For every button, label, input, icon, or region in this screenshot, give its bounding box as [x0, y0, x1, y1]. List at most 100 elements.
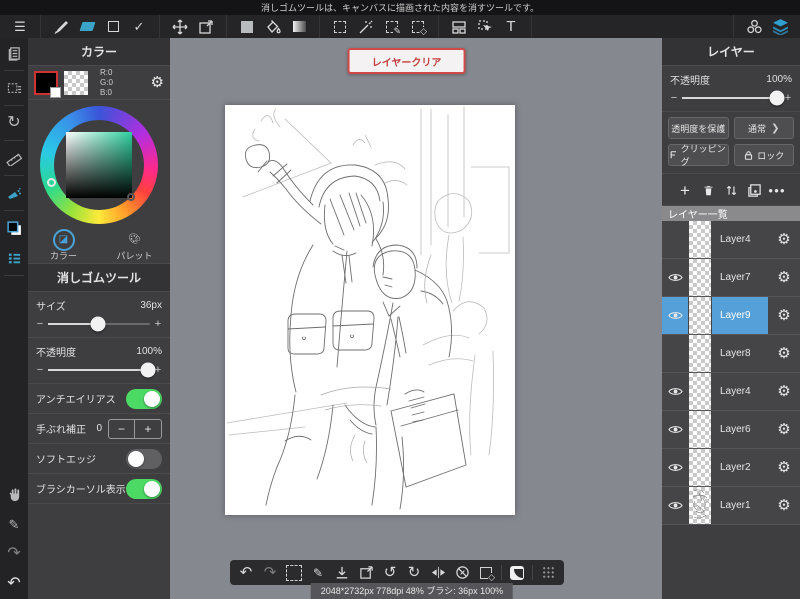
- redo-button[interactable]: ↷: [258, 560, 282, 585]
- foreground-color-swatch[interactable]: [34, 70, 61, 98]
- eye-icon[interactable]: [667, 272, 683, 283]
- panel-divide-tool-icon[interactable]: [446, 15, 472, 38]
- layer-name[interactable]: Layer4: [712, 373, 768, 410]
- disable-draw-button[interactable]: [450, 560, 474, 585]
- layer-row[interactable]: Layer8 ⚙: [662, 335, 800, 373]
- reorder-layer-icon[interactable]: [720, 181, 742, 199]
- main-menu-icon[interactable]: ☰: [7, 15, 33, 38]
- layer-thumbnail[interactable]: [689, 449, 711, 486]
- select-eraser-icon[interactable]: ◇: [405, 15, 431, 38]
- brush-tool-icon[interactable]: [48, 15, 74, 38]
- hand-tool-icon[interactable]: [0, 479, 28, 509]
- current-color-icon[interactable]: [0, 213, 28, 243]
- opacity-minus[interactable]: −: [36, 364, 44, 376]
- layer-opacity-plus[interactable]: +: [784, 92, 792, 104]
- gradient-tool-icon[interactable]: [286, 15, 312, 38]
- stabilizer-plus-button[interactable]: +: [135, 420, 161, 438]
- rotate-cw-button[interactable]: ↻: [402, 560, 426, 585]
- layer-thumbnail[interactable]: [689, 335, 711, 372]
- layers-panel-icon[interactable]: [767, 15, 793, 38]
- drawing-canvas[interactable]: [225, 105, 515, 515]
- lock-button[interactable]: ロック: [733, 144, 794, 166]
- undo-button[interactable]: ↶: [234, 560, 258, 585]
- opacity-slider-thumb[interactable]: [140, 362, 156, 378]
- layer-opacity-minus[interactable]: −: [670, 92, 678, 104]
- sv-cursor[interactable]: [127, 193, 135, 201]
- duplicate-layer-icon[interactable]: [743, 181, 765, 199]
- transparent-color-swatch[interactable]: [64, 70, 88, 95]
- eye-icon[interactable]: [667, 424, 683, 435]
- clipping-button[interactable]: クリッピング: [668, 144, 729, 167]
- layer-settings-gear-icon[interactable]: ⚙: [768, 259, 800, 296]
- save-button[interactable]: [330, 560, 354, 585]
- layer-name[interactable]: Layer1: [712, 487, 768, 524]
- delete-layer-icon[interactable]: [697, 181, 719, 199]
- layer-visibility-cell[interactable]: [662, 259, 688, 296]
- layer-opacity-slider[interactable]: − +: [670, 87, 792, 109]
- layer-thumbnail[interactable]: [689, 297, 711, 334]
- layer-name[interactable]: Layer4: [712, 221, 768, 258]
- size-minus[interactable]: −: [36, 318, 44, 330]
- layer-row[interactable]: Layer9 ⚙: [662, 297, 800, 335]
- eye-icon[interactable]: [667, 462, 683, 473]
- layer-settings-gear-icon[interactable]: ⚙: [768, 221, 800, 258]
- transform-tool-icon[interactable]: [193, 15, 219, 38]
- airbrush-material-icon[interactable]: [0, 178, 28, 208]
- size-slider-thumb[interactable]: [90, 316, 106, 332]
- layer-thumbnail[interactable]: [689, 221, 711, 258]
- move-tool-icon[interactable]: [167, 15, 193, 38]
- toolbar-drag-handle[interactable]: [536, 560, 560, 585]
- pen-quick-icon[interactable]: ✎: [306, 560, 330, 585]
- canvas-stage[interactable]: レイヤークリア ↶ ↷ ✎ ↺ ↻ ◇ 2048*2732px 778dpi 4…: [170, 38, 662, 599]
- material-panel-icon[interactable]: [741, 15, 767, 38]
- layer-row[interactable]: Layer6 ⚙: [662, 411, 800, 449]
- tab-palette[interactable]: 🎨︎ パレット: [99, 230, 170, 263]
- layer-visibility-cell[interactable]: [662, 221, 688, 258]
- select-tool-icon[interactable]: [327, 15, 353, 38]
- pen-input-mode-icon[interactable]: ✎: [0, 509, 28, 539]
- eye-icon[interactable]: [667, 500, 683, 511]
- pages-icon[interactable]: [0, 38, 28, 68]
- layer-visibility-cell[interactable]: [662, 373, 688, 410]
- layer-name[interactable]: Layer8: [712, 335, 768, 372]
- clear-button[interactable]: ◇: [474, 560, 498, 585]
- layer-thumbnail[interactable]: [689, 373, 711, 410]
- hue-cursor[interactable]: [47, 178, 56, 187]
- text-tool-icon[interactable]: T: [498, 15, 524, 38]
- layer-clear-button[interactable]: レイヤークリア: [347, 48, 466, 74]
- fill-rect-tool-icon[interactable]: [234, 15, 260, 38]
- color-settings-gear-icon[interactable]: ⚙: [151, 75, 164, 90]
- layer-name[interactable]: Layer7: [712, 259, 768, 296]
- layer-thumbnail[interactable]: [689, 259, 711, 296]
- canvas-preview-icon[interactable]: [505, 560, 529, 585]
- soft-edge-toggle[interactable]: [126, 448, 162, 469]
- brush-cursor-toggle[interactable]: [126, 478, 162, 499]
- undo-icon[interactable]: ↶: [0, 569, 28, 599]
- layer-row[interactable]: Layer7 ⚙: [662, 259, 800, 297]
- eye-icon[interactable]: [667, 310, 683, 321]
- antialias-toggle[interactable]: [126, 388, 162, 409]
- layer-row[interactable]: Layer4 ⚙: [662, 373, 800, 411]
- layer-more-icon[interactable]: ●●●: [766, 181, 788, 199]
- size-slider[interactable]: − +: [36, 313, 162, 335]
- bucket-tool-icon[interactable]: [260, 15, 286, 38]
- eraser-tool-icon[interactable]: [74, 15, 100, 38]
- opacity-slider[interactable]: − +: [36, 359, 162, 381]
- brush-list-icon[interactable]: [0, 243, 28, 273]
- shape-tool-icon[interactable]: [100, 15, 126, 38]
- layer-name[interactable]: Layer2: [712, 449, 768, 486]
- select-move-tool-icon[interactable]: [472, 15, 498, 38]
- dot-pen-tool-icon[interactable]: ✓: [126, 15, 152, 38]
- select-pen-icon[interactable]: ✎: [379, 15, 405, 38]
- protect-alpha-button[interactable]: 透明度を保護: [668, 117, 729, 139]
- layer-settings-gear-icon[interactable]: ⚙: [768, 487, 800, 524]
- ruler-icon[interactable]: [0, 143, 28, 173]
- layer-visibility-cell[interactable]: [662, 449, 688, 486]
- layer-thumbnail[interactable]: [689, 487, 711, 524]
- layer-row[interactable]: Layer1 ⚙: [662, 487, 800, 525]
- layer-name[interactable]: Layer6: [712, 411, 768, 448]
- layer-opacity-thumb[interactable]: [769, 90, 785, 106]
- layer-settings-gear-icon[interactable]: ⚙: [768, 411, 800, 448]
- size-plus[interactable]: +: [154, 318, 162, 330]
- magic-wand-icon[interactable]: [353, 15, 379, 38]
